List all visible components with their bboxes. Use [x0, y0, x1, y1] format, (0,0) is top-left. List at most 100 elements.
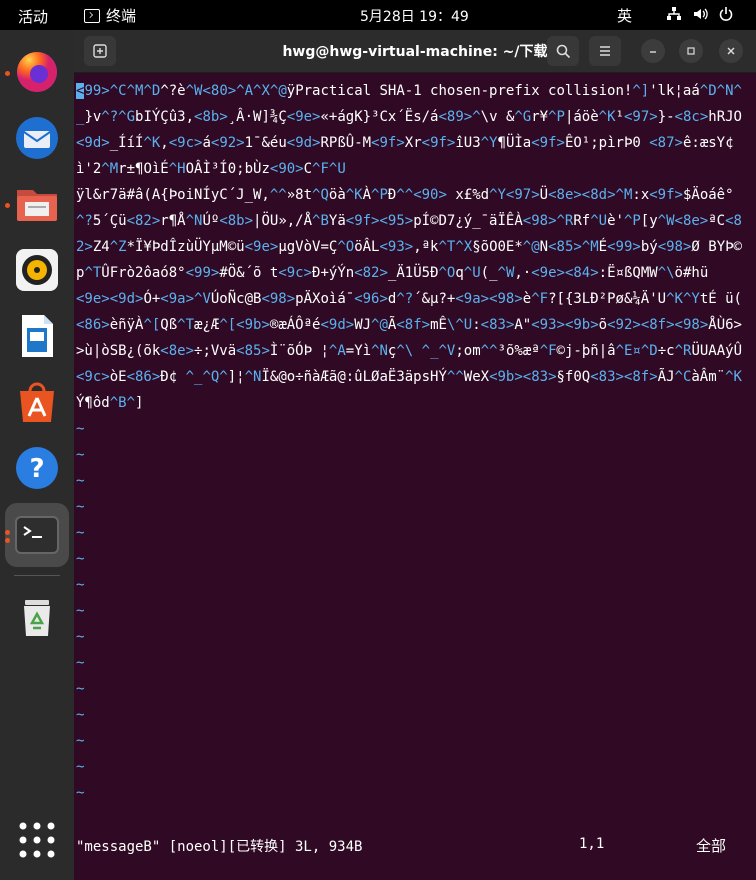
escape-sequence: <92><8f><98>: [607, 317, 709, 333]
thunderbird-icon[interactable]: [13, 114, 61, 162]
trash-icon[interactable]: [13, 594, 61, 642]
escape-sequence: <99>: [607, 239, 641, 255]
minimize-button[interactable]: [641, 39, 665, 63]
activities-button[interactable]: 活动: [18, 6, 48, 27]
app-menu[interactable]: 终端: [84, 5, 136, 26]
clock[interactable]: 5月28日 19：49: [360, 6, 469, 26]
network-icon[interactable]: [666, 6, 682, 22]
buffer-text: $Äoáê°: [682, 187, 734, 203]
escape-sequence: ^?: [76, 213, 93, 229]
buffer-text: r¥: [531, 109, 549, 125]
buffer-text: :: [472, 317, 481, 333]
escape-sequence: \^U: [446, 317, 473, 333]
escape-sequence: ^P: [548, 109, 565, 125]
buffer-text: ÚoÑc@B: [210, 291, 262, 307]
vim-buffer[interactable]: <99>^C^M^D^?è^W<80>^A^X^@ÿPractical SHA-…: [76, 78, 748, 848]
files-icon[interactable]: [13, 180, 61, 228]
buffer-text: C: [303, 161, 313, 177]
status-scroll-percent: 全部: [696, 837, 727, 855]
buffer-text: Qß: [160, 317, 178, 333]
empty-line-marker: ~: [76, 577, 85, 593]
running-indicator: [5, 71, 10, 76]
escape-sequence: ^W: [497, 265, 515, 281]
buffer-text: ,·: [514, 265, 532, 281]
escape-sequence: ^@: [371, 317, 388, 333]
buffer-text: Rf: [573, 213, 591, 229]
input-method-indicator[interactable]: 英: [617, 5, 632, 26]
search-button[interactable]: [547, 36, 579, 66]
vim-status-line: "messageB" [noeol][已转换] 3L, 934B 1,1 全部: [76, 833, 748, 859]
buffer-text: ÛFrò2ôaó8°: [101, 265, 186, 281]
escape-sequence: <82>: [126, 213, 161, 229]
buffer-text: WJ: [354, 317, 372, 333]
rhythmbox-icon[interactable]: [13, 246, 61, 294]
escape-sequence: ^[: [219, 317, 237, 333]
escape-sequence: ^O: [337, 239, 355, 255]
escape-sequence: <9e>: [286, 109, 321, 125]
buffer-text: ]: [135, 395, 144, 411]
escape-sequence: <98>^R: [522, 213, 574, 229]
buffer-text: õ: [598, 317, 608, 333]
empty-line-marker: ~: [76, 603, 85, 619]
escape-sequence: ^T^X: [438, 239, 473, 255]
escape-sequence: 99>: [84, 83, 110, 99]
buffer-line: ÿl&r7ä#â(A{ÞoiNÍyC´J_W,^^»8t^Qöà^KÀ^PÐ^^…: [76, 182, 748, 286]
buffer-text: r¶Å: [160, 213, 186, 229]
buffer-text: RPßÛ-M: [320, 135, 372, 151]
buffer-text: |ÖU»,/Å: [253, 213, 313, 229]
buffer-text: Xr: [404, 135, 422, 151]
maximize-button[interactable]: [679, 39, 703, 63]
buffer-text: Z4: [92, 239, 110, 255]
buffer-text: è': [607, 213, 624, 229]
close-button[interactable]: [719, 39, 743, 63]
buffer-text: »8t: [286, 187, 313, 203]
volume-icon[interactable]: [692, 6, 708, 22]
escape-sequence: ^C: [674, 369, 692, 385]
firefox-icon[interactable]: [13, 48, 61, 96]
escape-sequence: ^F: [531, 291, 549, 307]
escape-sequence: <96>: [354, 291, 388, 307]
escape-sequence: <93>: [379, 239, 414, 255]
buffer-line: <9e><9d>Ó+<9a>^VÚoÑc@B<98>pÄXoìá¯<96>d^?…: [76, 286, 748, 416]
escape-sequence: <9a><98>: [455, 291, 523, 307]
close-icon: [727, 47, 735, 55]
escape-sequence: <93><9b>: [531, 317, 599, 333]
escape-sequence: <98>: [261, 291, 296, 307]
escape-sequence: <9e><84>: [531, 265, 599, 281]
escape-sequence: ^\: [657, 265, 675, 281]
escape-sequence: <9f>: [531, 135, 565, 151]
escape-sequence: <98>: [657, 239, 692, 255]
buffer-text: ®æÁÔªé: [269, 317, 321, 333]
escape-sequence: ^Y<97>: [489, 187, 540, 203]
libreoffice-writer-icon[interactable]: [13, 312, 61, 360]
power-icon[interactable]: [718, 6, 734, 22]
buffer-text: ÷;Vvä: [194, 343, 237, 359]
buffer-text: 5´Çü: [92, 213, 127, 229]
buffer-text: ÿPractical SHA-1 chosen-prefix collision…: [286, 83, 633, 99]
buffer-text: ]¦: [227, 369, 245, 385]
running-indicator: [5, 203, 10, 208]
buffer-text: «+ágK}³Cx´Ës/á: [320, 109, 439, 125]
empty-line-marker: ~: [76, 447, 85, 463]
escape-sequence: <9d>: [76, 135, 110, 151]
buffer-text: ¸Â·W]¾Ç: [227, 109, 287, 125]
buffer-text: 1¯&éu: [244, 135, 287, 151]
escape-sequence: <8e>: [160, 343, 195, 359]
dock: ?: [0, 30, 74, 880]
escape-sequence: <9e>: [244, 239, 279, 255]
terminal-icon[interactable]: [13, 511, 61, 559]
buffer-text: (_: [480, 265, 498, 281]
app-center-icon[interactable]: [13, 378, 61, 426]
escape-sequence: <87>: [649, 135, 683, 151]
escape-sequence: ^Y: [480, 135, 498, 151]
buffer-text: ÿl&r7ä#â(A{ÞoiNÍyC´J_W,: [76, 187, 270, 203]
buffer-text: pÄXoìá¯: [295, 291, 355, 307]
escape-sequence: <85>: [236, 343, 270, 359]
show-apps-icon[interactable]: [13, 816, 61, 864]
empty-line-marker: ~: [76, 707, 85, 723]
escape-sequence: <89>^: [438, 109, 481, 125]
help-icon[interactable]: ?: [13, 444, 61, 492]
buffer-text: À: [362, 187, 372, 203]
system-tray[interactable]: [666, 6, 734, 22]
menu-button[interactable]: [589, 36, 621, 66]
